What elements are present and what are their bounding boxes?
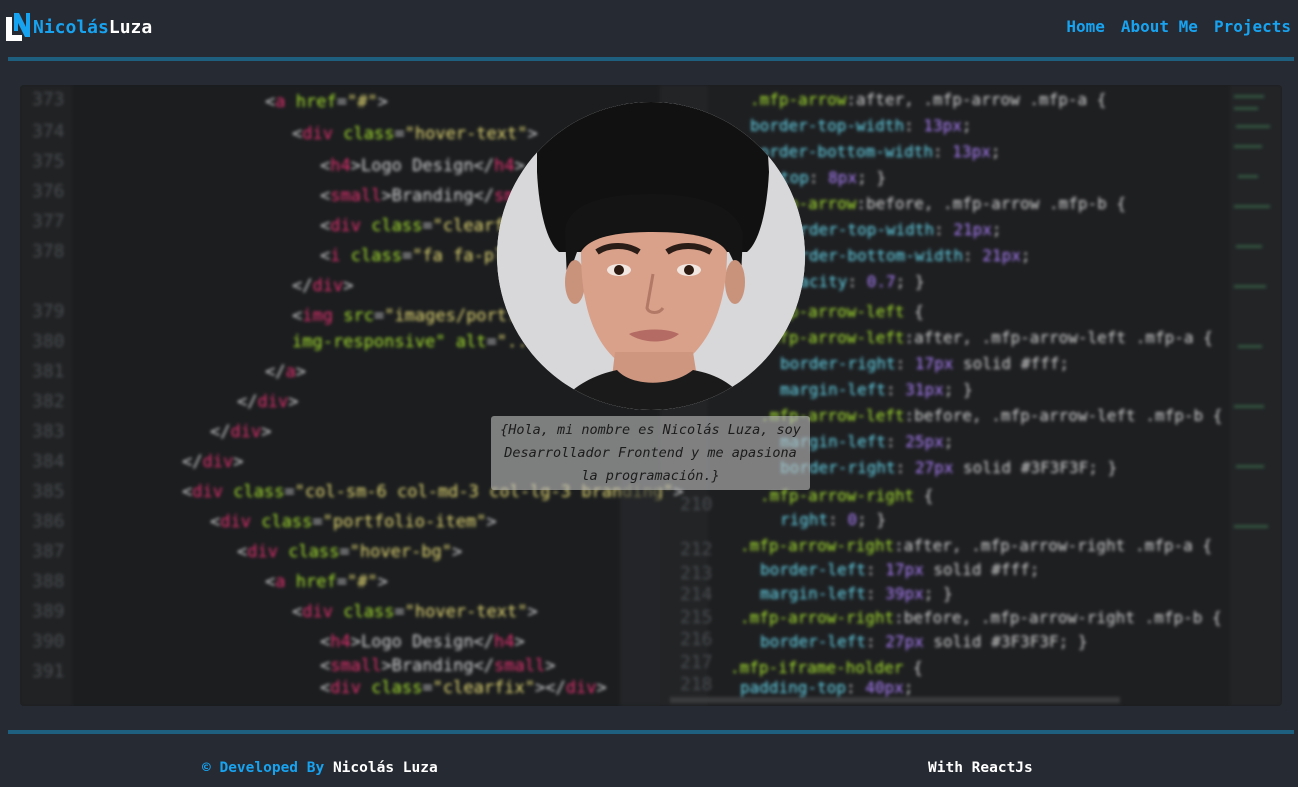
svg-text:margin-left: 39px; }: margin-left: 39px; }: [760, 584, 953, 603]
svg-text:379: 379: [32, 301, 65, 322]
svg-text:<a href="#">: <a href="#">: [265, 92, 388, 112]
svg-text:391: 391: [32, 661, 65, 682]
hero-section: 373 374 375 376 377 378 379 380 381 382 383 384 …: [20, 85, 1282, 706]
svg-text:border-right: 17px solid #fff;: border-right: 17px solid #fff;: [780, 354, 1069, 373]
nav-home-link[interactable]: Home: [1066, 17, 1105, 36]
svg-text:<h4>Logo Design</h4>: <h4>Logo Design</h4>: [320, 156, 525, 176]
brand-first-name: Nicolás: [33, 16, 109, 38]
svg-text:.mfp-arrow:before, .mfp-arrow: .mfp-arrow:before, .mfp-arrow .mfp-b {: [760, 194, 1126, 213]
svg-text:border-left: 17px solid #fff;: border-left: 17px solid #fff;: [760, 560, 1039, 579]
svg-text:padding-top: 40px;: padding-top: 40px;: [740, 678, 913, 697]
svg-text:margin-left: 31px; }: margin-left: 31px; }: [780, 380, 973, 399]
svg-text:386: 386: [32, 511, 65, 532]
brand-logo[interactable]: Nicolás Luza: [6, 13, 152, 41]
svg-text:border-bottom-width: 21px;: border-bottom-width: 21px;: [780, 246, 1030, 265]
svg-text:385: 385: [32, 481, 65, 502]
svg-text:384: 384: [32, 451, 65, 472]
svg-text:214: 214: [680, 584, 713, 605]
svg-text:border-left: 27px solid #3F3F3: border-left: 27px solid #3F3F3F; }: [760, 632, 1088, 651]
nav-projects-link[interactable]: Projects: [1214, 17, 1291, 36]
svg-text:218: 218: [680, 674, 713, 695]
svg-text:383: 383: [32, 421, 65, 442]
svg-text:213: 213: [680, 563, 713, 584]
svg-text:</div>: </div>: [292, 276, 353, 296]
svg-text:<a href="#">: <a href="#">: [265, 572, 388, 592]
svg-text:border-top-width: 21px;: border-top-width: 21px;: [780, 220, 1002, 239]
nav-about-link[interactable]: About Me: [1121, 17, 1198, 36]
intro-text-box: {Hola, mi nombre es Nicolás Luza, soy De…: [491, 416, 810, 490]
svg-text:373: 373: [32, 89, 65, 110]
site-footer: © Developed By Nicolás Luza With ReactJs: [0, 760, 1298, 780]
header-divider: [8, 57, 1294, 61]
footer-tech: With ReactJs: [928, 760, 1033, 776]
svg-text:382: 382: [32, 391, 65, 412]
svg-text:<div class="portfolio-item">: <div class="portfolio-item">: [210, 512, 497, 532]
svg-text:390: 390: [32, 631, 65, 652]
svg-text:374: 374: [32, 121, 65, 142]
site-header: Nicolás Luza Home About Me Projects: [0, 0, 1298, 56]
svg-text:212: 212: [680, 539, 713, 560]
svg-text:215: 215: [680, 607, 713, 628]
svg-text:.mfp-arrow-left:after, .mfp-ar: .mfp-arrow-left:after, .mfp-arrow-left .…: [760, 328, 1213, 347]
svg-text:</div>: </div>: [210, 422, 271, 442]
svg-text:right: 0; }: right: 0; }: [780, 510, 886, 529]
svg-text:<h4>Logo Design</h4>: <h4>Logo Design</h4>: [320, 632, 525, 652]
main-nav: Home About Me Projects: [1066, 17, 1291, 36]
svg-text:380: 380: [32, 331, 65, 352]
svg-text:</a>: </a>: [265, 362, 306, 382]
svg-text:.mfp-iframe-holder {: .mfp-iframe-holder {: [730, 658, 923, 677]
footer-divider: [8, 730, 1294, 734]
svg-text:381: 381: [32, 361, 65, 382]
svg-text:217: 217: [680, 652, 713, 673]
footer-credit: © Developed By Nicolás Luza: [202, 760, 438, 776]
svg-text:</div>: </div>: [237, 392, 298, 412]
svg-text:378: 378: [32, 241, 65, 262]
profile-photo: [497, 102, 805, 410]
svg-text:388: 388: [32, 571, 65, 592]
svg-text:.mfp-arrow-left:before, .mfp-a: .mfp-arrow-left:before, .mfp-arrow-left …: [760, 406, 1222, 425]
svg-text:377: 377: [32, 211, 65, 232]
svg-text:<div class="hover-bg">: <div class="hover-bg">: [237, 542, 462, 562]
svg-text:.mfp-arrow-right:after, .mfp-a: .mfp-arrow-right:after, .mfp-arrow-right…: [740, 536, 1212, 555]
logo-mark-icon: [6, 13, 30, 41]
svg-text:387: 387: [32, 541, 65, 562]
svg-text:</div>: </div>: [182, 452, 243, 472]
svg-text:<small>Branding</small>: <small>Branding</small>: [320, 656, 555, 676]
svg-text:210: 210: [680, 494, 713, 515]
svg-text:216: 216: [680, 629, 713, 650]
svg-text:border-right: 27px solid #3F3F: border-right: 27px solid #3F3F3F; }: [780, 458, 1117, 477]
footer-credit-name: Nicolás Luza: [332, 760, 438, 776]
svg-text:<div class="hover-text">: <div class="hover-text">: [292, 602, 538, 622]
brand-last-name: Luza: [108, 16, 153, 38]
svg-text:389: 389: [32, 601, 65, 622]
footer-credit-prefix: © Developed By: [202, 760, 325, 776]
svg-text:376: 376: [32, 181, 65, 202]
svg-text:<div class="clearfix"></div>: <div class="clearfix"></div>: [320, 678, 607, 698]
svg-text:375: 375: [32, 151, 65, 172]
intro-text: {Hola, mi nombre es Nicolás Luza, soy De…: [500, 421, 801, 484]
svg-text:.mfp-arrow-right:before, .mfp-: .mfp-arrow-right:before, .mfp-arrow-righ…: [740, 608, 1222, 627]
